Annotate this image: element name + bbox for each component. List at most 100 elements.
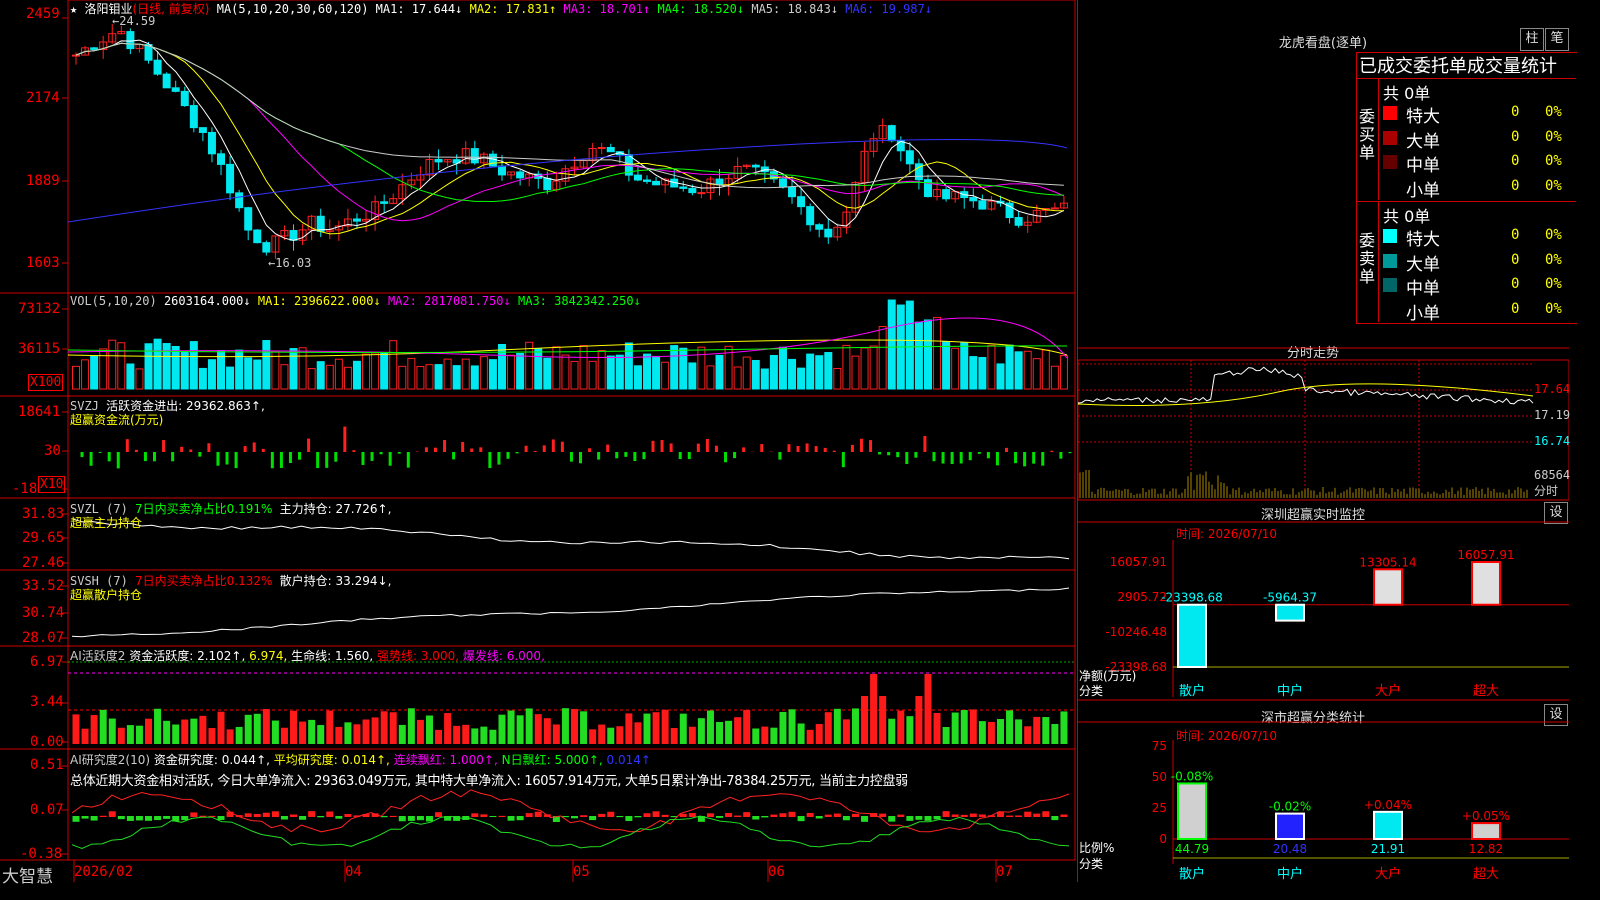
ai-research-bar	[851, 813, 859, 817]
ai-active-bar	[117, 727, 125, 744]
svzj-bar	[796, 445, 800, 452]
ai-research-bar	[779, 813, 787, 817]
sz-class-chart[interactable]: 75 50 25 0 -0.08% 44.79 散户 -0.02% 20.48 中户 +0.04% 2…	[1078, 700, 1569, 882]
volume-bar	[851, 355, 860, 390]
ai-research-bar	[489, 816, 497, 818]
candle-body	[905, 150, 914, 165]
volume-bar	[289, 348, 298, 390]
ai-active-bar	[190, 718, 198, 744]
ai-active-bar	[833, 708, 841, 744]
ai-research-bar	[815, 816, 823, 819]
lhb-bar-button[interactable]: 柱	[1520, 28, 1544, 51]
svzj-bar	[452, 452, 456, 460]
lhb-row-pct: 0%	[1545, 276, 1562, 292]
candle-body	[597, 146, 606, 149]
svzj-bar	[551, 439, 555, 452]
candle-body	[788, 186, 797, 198]
ai-research-bar	[1024, 811, 1032, 817]
svzj-bar	[80, 452, 84, 458]
svsh-line	[71, 587, 1070, 638]
ai-research-bar	[897, 814, 905, 817]
y-tick-svzl: 29.65	[22, 530, 65, 546]
star-icon[interactable]: ★	[70, 2, 77, 16]
lhb-row-name: 特大	[1406, 230, 1440, 250]
ai-active-v3: 生命线: 1.560,	[291, 649, 374, 663]
lhb-color-swatch	[1383, 253, 1397, 268]
sz-class-xlabel: 分类	[1079, 857, 1104, 871]
ai-active-bar	[271, 720, 279, 744]
ai-active-bar	[172, 724, 180, 744]
intraday-tick: 16.74	[1534, 434, 1571, 448]
volume-bar	[108, 339, 117, 390]
candle-body	[72, 54, 80, 57]
candle-body	[824, 228, 833, 238]
svzj-bar	[1004, 447, 1008, 452]
ai-research-v4: N日飘红: 5.000↑,	[501, 753, 603, 767]
ai-active-bar	[425, 715, 433, 744]
ai-active-bar	[607, 727, 615, 744]
lhb-tick-button[interactable]: 笔	[1545, 28, 1569, 51]
volume-bars	[72, 299, 1068, 390]
lhb-sell-total: 共 0单	[1383, 207, 1431, 226]
kline-chart[interactable]	[0, 0, 1077, 882]
svzj-bar	[234, 452, 238, 469]
ai-research-bar	[181, 816, 189, 821]
svzj-bar	[1032, 452, 1036, 464]
volume-bar	[443, 358, 452, 390]
volume-bar	[72, 365, 80, 390]
sz-class-ylabel: 比例%	[1079, 841, 1115, 855]
svsh-sub: 超赢散户持仓	[70, 588, 143, 602]
intraday-chart[interactable]	[1078, 330, 1569, 500]
svzj-bar	[397, 452, 401, 454]
ai-active-bar	[362, 719, 370, 744]
sz-class-category: 中户	[1277, 866, 1303, 882]
ai-research-bar	[435, 812, 443, 817]
ai-active-bar	[987, 721, 995, 744]
svzj-bar	[325, 452, 329, 468]
svzj-bar	[869, 440, 873, 452]
candle-body	[180, 90, 189, 107]
ai-active-bar	[353, 724, 361, 744]
y-tick-svzj: -18	[12, 481, 38, 497]
volume-bar	[588, 360, 597, 390]
sz-monitor-chart[interactable]: 16057.912905.72-10246.48-23398.68-23398.…	[1078, 500, 1569, 700]
svzj-bar	[307, 438, 311, 452]
volume-bar	[860, 347, 869, 390]
candle-body	[153, 59, 162, 75]
svzj-bar	[687, 452, 691, 460]
volume-bar	[679, 347, 688, 390]
lhb-row-count: 0	[1511, 177, 1520, 194]
x-tick: 05	[573, 864, 590, 880]
svzj-bar	[171, 452, 175, 462]
ai-research-bar	[389, 815, 397, 817]
sz-class-value-label: 12.82	[1469, 842, 1503, 856]
svzj-bar	[143, 452, 147, 462]
volume-bar	[171, 345, 180, 390]
sz-class-ytick: 75	[1152, 739, 1167, 753]
svzj-bar	[461, 442, 465, 452]
main-chart-area[interactable]: ★ 洛阳钼业(日线, 前复权) MA(5,10,20,30,60,120) MA…	[0, 0, 1077, 887]
ai-active-bar	[870, 674, 878, 744]
sz-monitor-bar-label: 16057.91	[1457, 548, 1514, 562]
svzj-bar	[225, 452, 229, 465]
lhb-row-name: 小单	[1406, 180, 1440, 201]
lhb-row-count: 0	[1511, 227, 1520, 243]
ai-active-bar	[1006, 710, 1014, 744]
ai-active-bar	[861, 696, 869, 744]
ai-research-bar	[516, 816, 524, 821]
sz-monitor-category: 大户	[1375, 683, 1401, 699]
ai-research-bar	[879, 813, 887, 817]
svzj-bar	[497, 452, 501, 465]
ai-active-bar	[924, 674, 932, 744]
volume-bar	[525, 341, 534, 390]
candle-body	[289, 230, 298, 241]
ai-active-title: AI活跃度2	[70, 649, 126, 663]
svzj-bar	[678, 452, 682, 460]
sz-class-ytick: 25	[1152, 801, 1167, 815]
intraday-avg-line	[1078, 383, 1534, 406]
ai-active-bar	[516, 715, 524, 744]
ai-research-bar	[154, 816, 162, 821]
ai-research-bar	[770, 814, 778, 817]
svzj-bar	[98, 452, 102, 453]
ai-active-bar	[1042, 717, 1050, 744]
